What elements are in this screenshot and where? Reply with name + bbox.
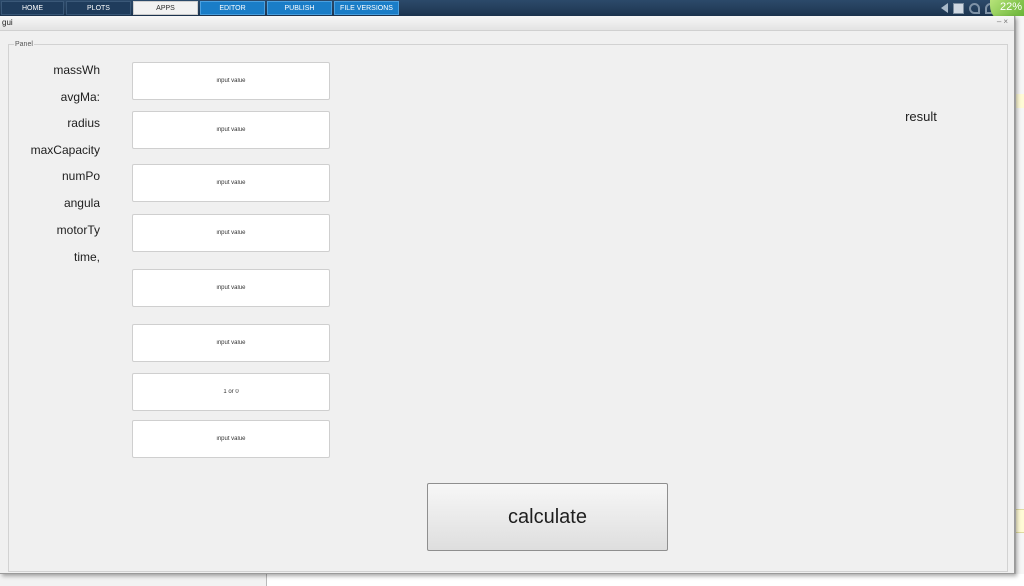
input-field-5[interactable] xyxy=(132,269,330,307)
background-app-bottom xyxy=(0,574,1024,586)
calculate-button[interactable]: calculate xyxy=(427,483,668,551)
label-avg-mass: avgMa: xyxy=(60,90,100,104)
panel-title: Panel xyxy=(14,40,34,49)
label-time: time, xyxy=(73,250,100,264)
close-icon[interactable]: × xyxy=(1003,17,1010,26)
background-editor-edge xyxy=(1015,16,1024,586)
save-icon[interactable] xyxy=(953,2,964,14)
input-field-1[interactable] xyxy=(132,62,330,100)
undo-icon[interactable] xyxy=(969,2,980,14)
label-max-capacity: maxCapacity xyxy=(30,143,100,157)
input-field-3[interactable] xyxy=(132,164,330,202)
label-motor-type: motorTy xyxy=(56,223,100,237)
input-field-2[interactable] xyxy=(132,111,330,149)
quick-access-toolbar xyxy=(941,2,996,14)
input-field-6[interactable] xyxy=(132,324,330,362)
tab-file-versions[interactable]: FILE VERSIONS xyxy=(334,1,399,15)
background-highlight xyxy=(1016,509,1024,533)
input-field-8[interactable] xyxy=(132,420,330,458)
window-controls: –× xyxy=(997,17,1010,26)
toolstrip: HOME PLOTS APPS EDITOR PUBLISH FILE VERS… xyxy=(0,0,1024,22)
input-field-4[interactable] xyxy=(132,214,330,252)
label-radius: radius xyxy=(67,116,100,130)
background-left-pane xyxy=(0,574,267,586)
label-mass-wheel: massWh xyxy=(53,63,100,77)
tab-home[interactable]: HOME xyxy=(1,1,64,15)
tab-apps[interactable]: APPS xyxy=(133,1,198,15)
tab-publish[interactable]: PUBLISH xyxy=(267,1,332,15)
tab-editor[interactable]: EDITOR xyxy=(200,1,265,15)
label-num-pods: numPo xyxy=(61,169,100,183)
result-text: result xyxy=(905,109,937,124)
tab-plots[interactable]: PLOTS xyxy=(66,1,131,15)
background-highlight xyxy=(1016,94,1024,108)
window-titlebar[interactable]: gui –× xyxy=(0,16,1014,31)
label-angular: angula xyxy=(63,196,100,210)
window-title: gui xyxy=(2,18,13,27)
back-arrow-icon[interactable] xyxy=(941,3,948,13)
motor-type-field[interactable] xyxy=(132,373,330,411)
